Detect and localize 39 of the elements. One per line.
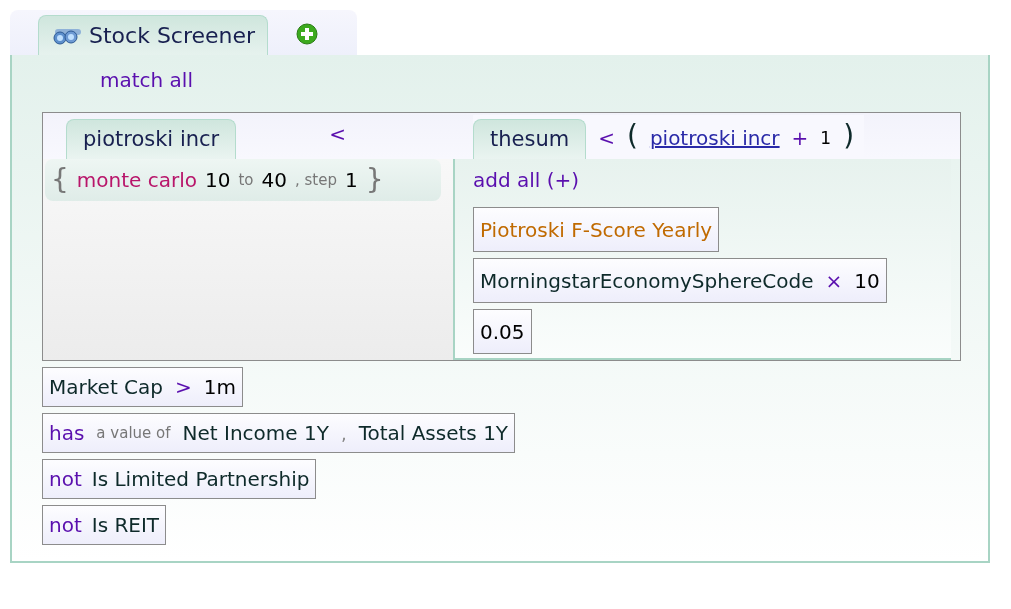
value-of-label: a value of	[96, 422, 171, 444]
field-name[interactable]: Is Limited Partnership	[91, 464, 310, 494]
close-brace: }	[365, 162, 384, 198]
field-term[interactable]: Piotroski F-Score Yearly	[473, 207, 720, 252]
not-keyword[interactable]: not	[49, 464, 82, 494]
field-name[interactable]: MorningstarEconomySphereCode	[480, 265, 814, 296]
match-mode-label[interactable]: match all	[100, 68, 193, 92]
add-tab-button[interactable]	[296, 23, 319, 45]
variable-link[interactable]: piotroski incr	[649, 123, 780, 153]
multiply-operator[interactable]: ×	[825, 265, 843, 296]
multiplier-value[interactable]: 10	[854, 265, 880, 296]
function-name: monte carlo	[76, 167, 197, 194]
to-label: to	[238, 169, 254, 191]
parenthesis: )	[843, 118, 855, 154]
step-value: 1	[344, 167, 358, 194]
tab[interactable]: Stock Screener	[38, 15, 269, 55]
operator[interactable]: <	[598, 123, 615, 153]
open-brace: {	[51, 162, 69, 198]
field-name[interactable]: Is REIT	[91, 510, 160, 540]
not-keyword[interactable]: not	[49, 510, 82, 540]
field-name[interactable]: Net Income 1Y	[182, 418, 329, 448]
operator[interactable]: +	[791, 123, 809, 153]
separator: ,	[340, 421, 347, 446]
number-value[interactable]: 1	[820, 125, 832, 151]
comparison-operator[interactable]: >	[175, 372, 192, 402]
number-term[interactable]: 0.05	[473, 309, 532, 354]
threshold-value[interactable]: 1m	[203, 372, 236, 402]
less-than-operator[interactable]: <	[329, 119, 346, 149]
tab[interactable]: piotroski incr	[66, 119, 237, 159]
monte-carlo-range[interactable]: { monte carlo 10 to 40 , step 1 }	[45, 159, 441, 201]
tab[interactable]: thesum	[473, 119, 587, 159]
has-keyword[interactable]: has	[49, 418, 85, 448]
field-name[interactable]: Total Assets 1Y	[358, 418, 509, 448]
sum-function-label[interactable]: add all (+)	[473, 165, 951, 195]
field-name[interactable]: Market Cap	[49, 372, 164, 402]
step-label: , step	[294, 169, 337, 191]
parenthesis: (	[626, 118, 638, 154]
from-value: 10	[205, 167, 231, 194]
to-value: 40	[261, 167, 287, 194]
